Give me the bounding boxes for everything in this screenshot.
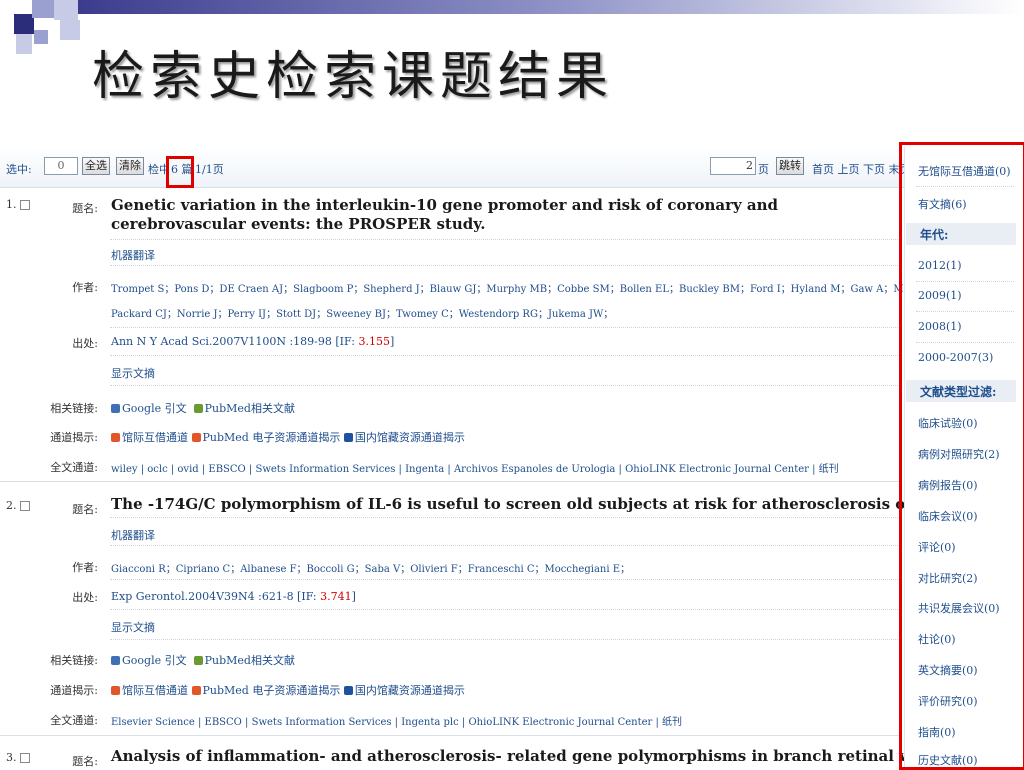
result-2-channel-label: 通道揭示: [50, 684, 98, 697]
result-1-related-links: Google 引文 PubMed相关文献 [111, 400, 295, 416]
pubmed-related-link[interactable]: PubMed相关文献 [205, 654, 295, 667]
result-2-authors[interactable]: Giacconi R；Cipriano C；Albanese F；Boccoli… [111, 560, 630, 575]
ill-icon [111, 686, 120, 695]
result-1-fulltext-links[interactable]: wiley | oclc | ovid | EBSCO | Swets Info… [111, 460, 839, 475]
separator [110, 545, 900, 546]
result-1-related-label: 相关链接: [50, 402, 98, 415]
domestic-icon [343, 686, 353, 695]
search-results-screenshot: 选中: 0 全选 清除 检中 6 篇 1/1页 2 页 跳转 首页 上页 下页 … [0, 147, 1024, 768]
result-3-title[interactable]: Analysis of inflammation- and atheroscle… [111, 747, 1024, 766]
results-toolbar: 选中: 0 全选 清除 检中 6 篇 1/1页 2 页 跳转 首页 上页 下页 … [0, 147, 911, 188]
domestic-channel-link[interactable]: 国内馆藏资源通道揭示 [355, 431, 465, 444]
page-nav-links[interactable]: 首页 上页 下页 末页 [812, 161, 911, 177]
google-scholar-link[interactable]: Google 引文 [122, 654, 187, 667]
result-1-translate-link[interactable]: 机器翻译 [111, 247, 155, 263]
found-count-highlight [166, 156, 194, 188]
result-2-title-label: 题名: [72, 503, 98, 516]
result-3-title-label: 题名: [72, 755, 98, 768]
deco-square-4 [34, 30, 48, 44]
separator [110, 265, 900, 266]
pubmed-icon [193, 656, 203, 665]
result-1-authors[interactable]: Trompet S；Pons D；DE Craen AJ；Slagboom P；… [111, 280, 981, 295]
result-1-source-label: 出处: [72, 337, 98, 350]
result-1-authors-label: 作者: [72, 281, 98, 294]
result-2-source[interactable]: Exp Gerontol.2004V39N4 :621-8 [IF: 3.741… [111, 590, 356, 603]
pubmed-channel-link[interactable]: PubMed 电子资源通道揭示 [203, 684, 341, 697]
result-1-title[interactable]: Genetic variation in the interleukin-10 … [111, 196, 891, 234]
page-count: 1/1页 [195, 163, 224, 176]
deco-square-3 [54, 0, 78, 20]
deco-square-6 [60, 20, 80, 40]
slide-title: 检索史检索课题结果 [92, 47, 615, 107]
selected-count-field[interactable]: 0 [44, 157, 78, 175]
result-1-channel-label: 通道揭示: [50, 431, 98, 444]
result-1-fulltext-label: 全文通道: [50, 461, 98, 474]
deco-square-1 [14, 14, 34, 34]
separator [110, 639, 900, 640]
result-1-channel-links: 馆际互借通道 PubMed 电子资源通道揭示 国内馆藏资源通道揭示 [111, 429, 465, 445]
deco-square-2 [32, 0, 54, 18]
separator [110, 579, 900, 580]
pubmed-icon [193, 404, 203, 413]
separator [110, 517, 900, 518]
jump-button[interactable]: 跳转 [776, 157, 804, 175]
pubmed-related-link[interactable]: PubMed相关文献 [205, 402, 295, 415]
result-1-show-abstract[interactable]: 显示文摘 [111, 365, 155, 381]
deco-top-bar [78, 0, 1024, 14]
result-2-title[interactable]: The -174G/C polymorphism of IL-6 is usef… [111, 495, 1024, 514]
separator [110, 327, 900, 328]
result-divider [0, 735, 900, 736]
pubmed-channel-link[interactable]: PubMed 电子资源通道揭示 [203, 431, 341, 444]
clear-button[interactable]: 清除 [116, 157, 144, 175]
result-1-title-label: 题名: [72, 202, 98, 215]
result-1-authors-cont[interactable]: Packard CJ；Norrie J；Perry IJ；Stott DJ；Sw… [111, 305, 613, 320]
result-2-channel-links: 馆际互借通道 PubMed 电子资源通道揭示 国内馆藏资源通道揭示 [111, 682, 465, 698]
result-1-source[interactable]: Ann N Y Acad Sci.2007V1100N :189-98 [IF:… [111, 335, 394, 348]
deco-square-5 [16, 34, 32, 54]
ill-icon [111, 433, 120, 442]
sidebar-highlight-frame [899, 142, 1024, 770]
separator [110, 609, 900, 610]
result-2-related-links: Google 引文 PubMed相关文献 [111, 652, 295, 668]
pubmed-channel-icon [191, 433, 201, 442]
google-icon [111, 404, 120, 413]
selected-label: 选中: [6, 163, 32, 176]
select-all-button[interactable]: 全选 [82, 157, 110, 175]
result-2-fulltext-label: 全文通道: [50, 714, 98, 727]
page-number-input[interactable]: 2 [710, 157, 756, 175]
result-2-fulltext-links[interactable]: Elsevier Science | EBSCO | Swets Informa… [111, 713, 682, 728]
pubmed-channel-icon [191, 686, 201, 695]
page-unit: 页 [758, 163, 769, 176]
domestic-channel-link[interactable]: 国内馆藏资源通道揭示 [355, 684, 465, 697]
google-scholar-link[interactable]: Google 引文 [122, 402, 187, 415]
result-2-translate-link[interactable]: 机器翻译 [111, 527, 155, 543]
ill-link[interactable]: 馆际互借通道 [122, 431, 188, 444]
result-divider [0, 481, 900, 482]
google-icon [111, 656, 120, 665]
domestic-icon [343, 433, 353, 442]
result-2-source-label: 出处: [72, 591, 98, 604]
ill-link[interactable]: 馆际互借通道 [122, 684, 188, 697]
result-2-impact-factor: 3.741 [320, 590, 352, 603]
result-2-authors-label: 作者: [72, 561, 98, 574]
separator [110, 239, 900, 240]
result-2-related-label: 相关链接: [50, 654, 98, 667]
separator [110, 355, 900, 356]
result-2-show-abstract[interactable]: 显示文摘 [111, 619, 155, 635]
result-1-impact-factor: 3.155 [358, 335, 390, 348]
separator [110, 385, 900, 386]
